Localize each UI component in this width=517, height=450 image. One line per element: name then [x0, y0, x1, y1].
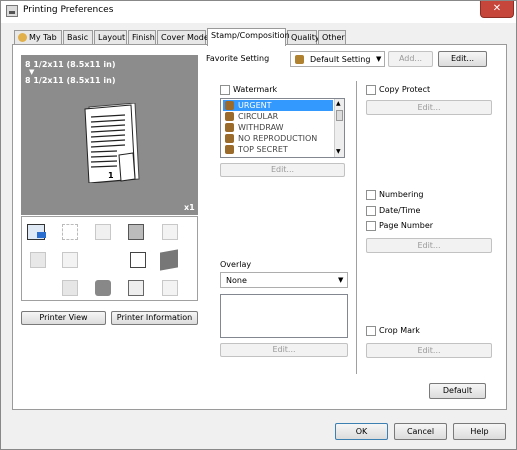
scroll-down-icon[interactable]: ▼ — [336, 148, 341, 155]
chevron-down-icon: ▼ — [338, 276, 344, 284]
ok-button[interactable]: OK — [335, 423, 388, 440]
overlay-list[interactable] — [220, 294, 348, 338]
overlay-dropdown[interactable]: None ▼ — [220, 272, 348, 288]
window-title: Printing Preferences — [23, 5, 114, 15]
tab-stamp-composition[interactable]: Stamp/Composition — [207, 28, 290, 46]
numbering-label: Numbering — [379, 190, 424, 199]
copy-function-icon[interactable] — [95, 224, 111, 240]
watermark-edit-button[interactable]: Edit... — [220, 163, 345, 177]
list-item-label: TOP SECRET — [238, 145, 288, 154]
user-icon — [18, 33, 27, 42]
copy-protect-label: Copy Protect — [379, 85, 431, 94]
list-item[interactable]: WITHDRAW — [223, 122, 333, 133]
date-time-checkbox[interactable] — [366, 206, 376, 216]
list-item[interactable]: TOP SECRET — [223, 144, 333, 155]
list-item-label: NO REPRODUCTION — [238, 134, 318, 143]
tab-other[interactable]: Other — [318, 30, 346, 45]
favorite-setting-dropdown[interactable]: Default Setting ▼ — [290, 51, 385, 67]
favorite-setting-label: Favorite Setting — [206, 54, 270, 63]
printer-icon — [6, 5, 18, 17]
overlay-function-icon[interactable] — [62, 224, 78, 240]
list-item-label: WITHDRAW — [238, 123, 284, 132]
tab-basic[interactable]: Basic — [63, 30, 93, 45]
page-number-preview: 1 — [108, 171, 114, 180]
title-bar: Printing Preferences ✕ — [1, 1, 516, 23]
watermark-checkbox[interactable] — [220, 85, 230, 95]
stamp-icon — [225, 134, 234, 143]
crop-mark-edit-button[interactable]: Edit... — [366, 343, 492, 358]
tab-cover-mode[interactable]: Cover Mode — [157, 30, 209, 45]
account-function-icon[interactable] — [95, 280, 111, 296]
arrow-down-icon: ▼ — [29, 68, 35, 76]
scroll-thumb[interactable] — [336, 110, 343, 121]
output-paper-size: 8 1/2x11 (8.5x11 in) — [25, 76, 116, 85]
help-button[interactable]: Help — [453, 423, 506, 440]
list-scrollbar[interactable]: ▲ ▼ — [334, 99, 344, 157]
list-item-label: CIRCULAR — [238, 112, 279, 121]
list-item[interactable]: CIRCULAR — [223, 111, 333, 122]
tab-finish[interactable]: Finish — [128, 30, 156, 45]
page-number-label: Page Number — [379, 221, 434, 230]
stamp-icon — [225, 101, 234, 110]
watermark-label: Watermark — [233, 85, 278, 94]
numbering-edit-button[interactable]: Edit... — [366, 238, 492, 253]
tab-my-tab[interactable]: My Tab — [14, 30, 62, 45]
mailbox-function-icon[interactable] — [128, 280, 144, 296]
printer-view-button[interactable]: Printer View — [21, 311, 106, 325]
list-item[interactable]: NO REPRODUCTION — [223, 133, 333, 144]
overlay-edit-button[interactable]: Edit... — [220, 343, 348, 357]
staple-function-icon[interactable] — [130, 252, 146, 268]
list-item-label: URGENT — [238, 101, 272, 110]
tab-quality[interactable]: Quality — [287, 30, 320, 45]
overlay-label: Overlay — [220, 260, 252, 269]
stamp-icon — [225, 123, 234, 132]
duplex-function-icon[interactable] — [128, 224, 144, 240]
favorite-setting-value: Default Setting — [310, 55, 371, 64]
booklet-function-icon[interactable] — [162, 224, 178, 240]
favorite-edit-button[interactable]: Edit... — [438, 51, 487, 67]
printer-information-button[interactable]: Printer Information — [111, 311, 198, 325]
default-button[interactable]: Default — [429, 383, 486, 399]
list-item[interactable]: URGENT — [223, 100, 333, 111]
favorite-icon — [295, 55, 304, 64]
watermark-function-icon[interactable] — [27, 224, 46, 240]
stamp-icon — [225, 145, 234, 154]
page-number-checkbox[interactable] — [366, 221, 376, 231]
function-icon-panel — [21, 216, 198, 301]
chevron-down-icon: ▼ — [376, 55, 382, 63]
secure-function-icon[interactable] — [62, 280, 78, 296]
fold-function-icon[interactable] — [160, 249, 178, 271]
binding-function-icon[interactable] — [62, 252, 78, 268]
page-preview: 1 — [83, 102, 140, 184]
column-divider — [356, 81, 357, 374]
close-button[interactable]: ✕ — [480, 1, 514, 18]
copies-count: x1 — [184, 203, 195, 212]
cover-function-icon[interactable] — [162, 280, 178, 296]
numbering-checkbox[interactable] — [366, 190, 376, 200]
crop-mark-label: Crop Mark — [379, 326, 420, 335]
copy-protect-checkbox[interactable] — [366, 85, 376, 95]
stamp-icon — [225, 112, 234, 121]
cancel-button[interactable]: Cancel — [394, 423, 447, 440]
original-paper-size: 8 1/2x11 (8.5x11 in) — [25, 60, 116, 69]
watermark-list[interactable]: URGENT CIRCULAR WITHDRAW NO REPRODUCTION… — [220, 98, 345, 158]
copy-protect-edit-button[interactable]: Edit... — [366, 100, 492, 115]
scroll-up-icon[interactable]: ▲ — [336, 100, 341, 107]
favorite-add-button[interactable]: Add... — [388, 51, 433, 67]
overlay-value: None — [226, 276, 247, 285]
print-preview: 8 1/2x11 (8.5x11 in) ▼ 8 1/2x11 (8.5x11 … — [21, 55, 198, 215]
tab-label: My Tab — [29, 33, 57, 42]
pages-function-icon[interactable] — [30, 252, 46, 268]
tab-layout[interactable]: Layout — [94, 30, 127, 45]
date-time-label: Date/Time — [379, 206, 421, 215]
printing-preferences-window: Printing Preferences ✕ My Tab Basic Layo… — [0, 0, 517, 450]
crop-mark-checkbox[interactable] — [366, 326, 376, 336]
